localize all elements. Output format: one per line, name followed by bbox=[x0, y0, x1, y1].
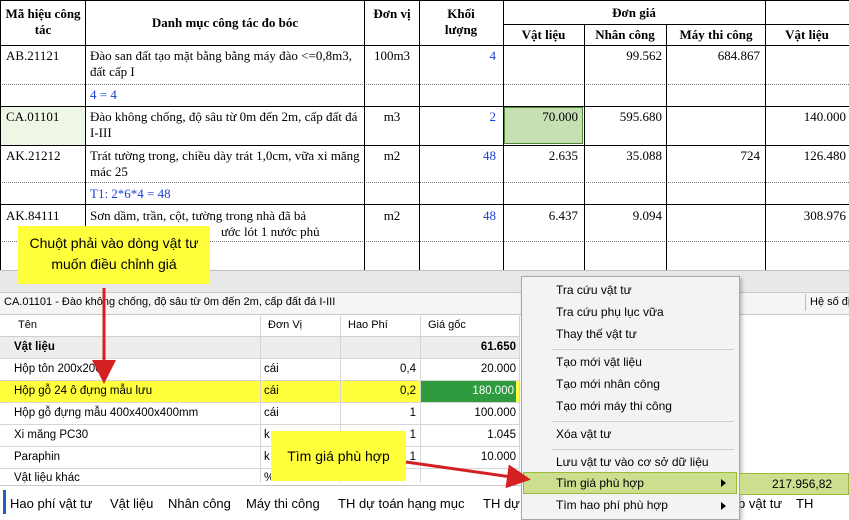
annotation-arrows bbox=[92, 288, 531, 489]
arrow-to-menu-item bbox=[405, 460, 531, 489]
